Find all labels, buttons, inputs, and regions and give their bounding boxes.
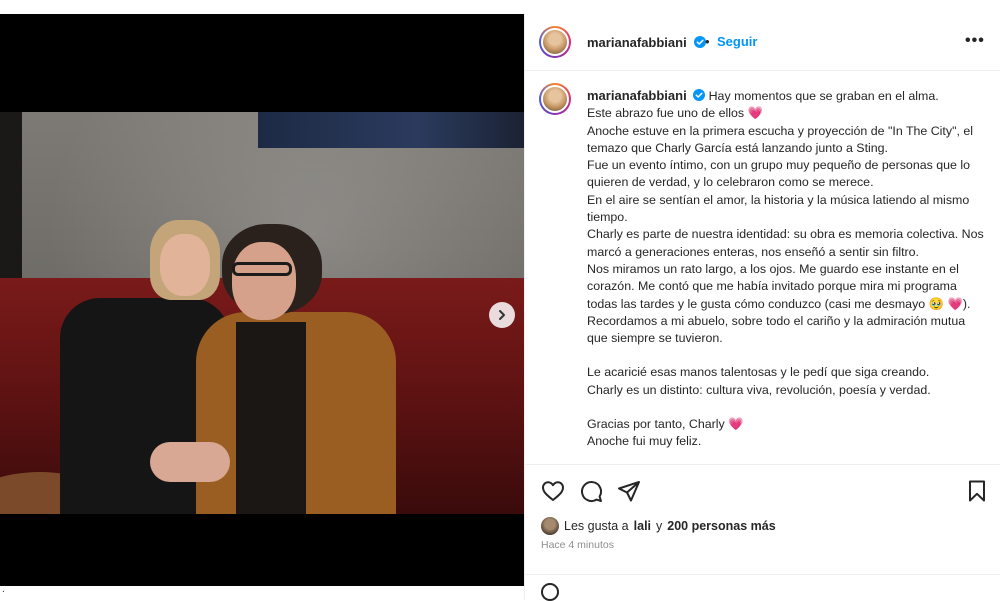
caption-line: Anoche fui muy feliz. — [587, 434, 702, 449]
username-link[interactable]: marianafabbiani — [587, 35, 687, 50]
caption-line: Hay momentos que se graban en el alma. — [708, 89, 939, 103]
caption-line: Fue un evento íntimo, con un grupo muy p… — [587, 158, 970, 190]
caption-avatar[interactable] — [539, 83, 571, 115]
follow-button[interactable]: Seguir — [717, 34, 757, 49]
more-options-icon[interactable]: ••• — [965, 32, 985, 50]
lamp — [258, 112, 524, 148]
action-bar — [525, 464, 1000, 515]
caption-text: marianafabbiani Hay momentos que se grab… — [587, 87, 987, 451]
likes-summary[interactable]: Les gusta a lali y 200 personas más — [541, 517, 776, 535]
emoji-icon[interactable] — [541, 583, 559, 601]
verified-badge-icon — [693, 89, 706, 101]
caption-line: Este abrazo fue uno de ellos 💗 — [587, 106, 763, 121]
share-icon[interactable] — [617, 479, 641, 503]
next-slide-button[interactable] — [489, 302, 515, 328]
likes-user-link[interactable]: lali — [634, 519, 651, 533]
caption-line: Charly es parte de nuestra identidad: su… — [587, 227, 984, 259]
post-header: marianafabbiani • Seguir ••• — [525, 14, 1000, 71]
post-panel: marianafabbiani • Seguir ••• marianafabb… — [524, 14, 1000, 601]
comment-icon[interactable] — [579, 479, 603, 503]
separator-dot: • — [705, 34, 710, 49]
hands — [150, 442, 230, 482]
save-bookmark-icon[interactable] — [965, 479, 989, 503]
post-timestamp: Hace 4 minutos — [541, 539, 614, 551]
caption-line: Anoche estuve en la primera escucha y pr… — [587, 123, 973, 155]
likes-connector: y — [656, 519, 663, 533]
caption-username[interactable]: marianafabbiani — [587, 88, 687, 103]
post-media[interactable] — [0, 14, 524, 586]
caption-area: marianafabbiani Hay momentos que se grab… — [525, 71, 1000, 464]
caption-line: Le acaricié esas manos talentosas y le p… — [587, 365, 930, 380]
comment-bar — [525, 574, 1000, 601]
liker-avatar — [541, 517, 559, 535]
caption-line: En el aire se sentían el amor, la histor… — [587, 192, 970, 225]
like-heart-icon[interactable] — [541, 479, 565, 503]
likes-count-link[interactable]: 200 personas más — [667, 519, 775, 533]
caption-line: Nos miramos un rato largo, a los ojos. M… — [587, 261, 971, 346]
caption-line: Gracias por tanto, Charly 💗 — [587, 417, 744, 432]
next-arrow-icon — [499, 310, 505, 320]
post-photo — [0, 112, 524, 514]
likes-prefix: Les gusta a — [564, 519, 629, 533]
caption-line: Charly es un distinto: cultura viva, rev… — [587, 382, 931, 397]
stray-mark: . — [2, 584, 5, 595]
avatar[interactable] — [539, 26, 571, 58]
glasses — [232, 262, 292, 276]
